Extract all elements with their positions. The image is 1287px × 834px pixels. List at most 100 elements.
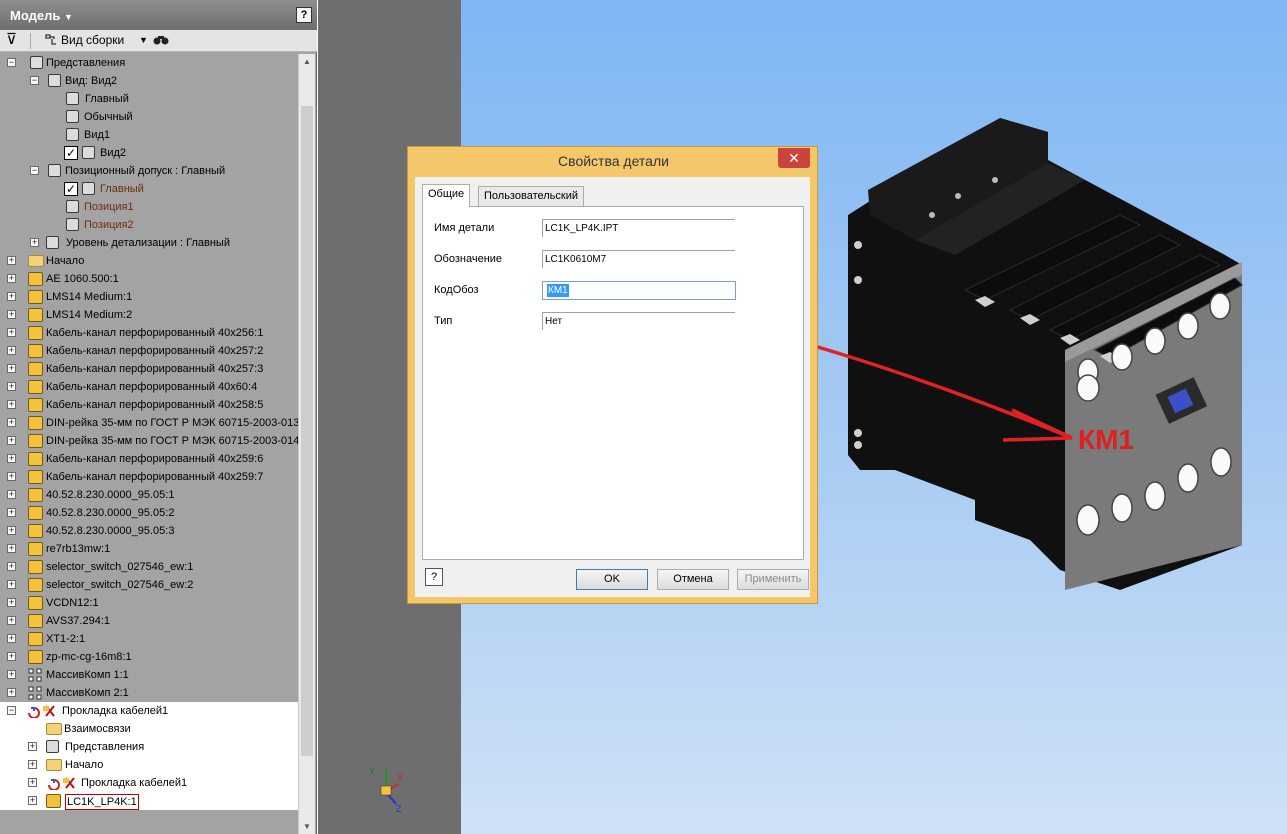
tree-item[interactable]: + Кабель-канал перфорированный 40x257:3	[0, 360, 298, 378]
tree-item[interactable]: + XT1-2:1	[0, 630, 298, 648]
tree-item[interactable]: + Кабель-канал перфорированный 40x257:2	[0, 342, 298, 360]
expand-icon[interactable]: +	[7, 400, 16, 409]
tree-item[interactable]: + VCDN12:1	[0, 594, 298, 612]
expand-icon[interactable]: +	[7, 292, 16, 301]
scroll-down-icon[interactable]: ▼	[303, 822, 311, 831]
expand-icon[interactable]: +	[7, 364, 16, 373]
tree-item[interactable]: + AE 1060.500:1	[0, 270, 298, 288]
tree-item[interactable]: Главный	[0, 90, 298, 108]
tab-custom[interactable]: Пользовательский	[478, 186, 584, 206]
tree-item[interactable]: − Представления	[0, 54, 298, 72]
tree-item[interactable]: + Кабель-канал перфорированный 40x259:6	[0, 450, 298, 468]
collapse-icon[interactable]: −	[30, 76, 39, 85]
scroll-thumb[interactable]	[301, 106, 313, 756]
tree-item[interactable]: + Уровень детализации : Главный	[0, 234, 298, 252]
tree-item[interactable]: + Прокладка кабелей1	[0, 774, 298, 792]
tree-item[interactable]: Позиция1	[0, 198, 298, 216]
expand-icon[interactable]: +	[7, 472, 16, 481]
ok-button[interactable]: OK	[576, 569, 648, 590]
expand-icon[interactable]: +	[7, 490, 16, 499]
tree-item[interactable]: + Представления	[0, 738, 298, 756]
filter-icon[interactable]: ⊽	[6, 30, 17, 48]
type-field[interactable]	[542, 312, 735, 330]
close-button[interactable]: ✕	[778, 148, 810, 168]
view-selector[interactable]: Вид сборки	[61, 33, 124, 47]
view-triad[interactable]: Y X Z	[366, 762, 406, 814]
checkbox-icon[interactable]: ✓	[64, 146, 78, 160]
collapse-icon[interactable]: −	[7, 58, 16, 67]
expand-icon[interactable]: +	[7, 328, 16, 337]
expand-icon[interactable]: +	[28, 742, 37, 751]
tree-item[interactable]: + LMS14 Medium:1	[0, 288, 298, 306]
expand-icon[interactable]: +	[30, 238, 39, 247]
expand-icon[interactable]: +	[28, 778, 37, 787]
checkbox-icon[interactable]: ✓	[64, 182, 78, 196]
tree-scrollbar[interactable]: ▲ ▼	[298, 54, 315, 834]
tree-item[interactable]: + МассивКомп 1:1	[0, 666, 298, 684]
expand-icon[interactable]: +	[7, 418, 16, 427]
browser-title[interactable]: Модель ▼	[10, 8, 73, 23]
expand-icon[interactable]: +	[7, 670, 16, 679]
tree-item[interactable]: + DIN-рейка 35-мм по ГОСТ Р МЭК 60715-200…	[0, 414, 298, 432]
tree-item[interactable]: + Начало	[0, 252, 298, 270]
tree-item[interactable]: Обычный	[0, 108, 298, 126]
expand-icon[interactable]: +	[7, 544, 16, 553]
expand-icon[interactable]: +	[7, 526, 16, 535]
tree-item[interactable]: + selector_switch_027546_ew:1	[0, 558, 298, 576]
tree-item[interactable]: + Кабель-канал перфорированный 40x256:1	[0, 324, 298, 342]
expand-icon[interactable]: +	[28, 796, 37, 805]
expand-icon[interactable]: +	[7, 382, 16, 391]
tree-item[interactable]: + Кабель-канал перфорированный 40x60:4	[0, 378, 298, 396]
find-icon[interactable]	[153, 33, 169, 50]
expand-icon[interactable]: +	[7, 562, 16, 571]
tree-item[interactable]: + Кабель-канал перфорированный 40x259:7	[0, 468, 298, 486]
kodoboz-value[interactable]: КМ1	[547, 284, 569, 297]
expand-icon[interactable]: +	[7, 634, 16, 643]
tree-item[interactable]: ✓ Вид2	[0, 144, 298, 162]
tree-item[interactable]: + zp-mc-cg-16m8:1	[0, 648, 298, 666]
expand-icon[interactable]: +	[7, 454, 16, 463]
collapse-icon[interactable]: −	[30, 166, 39, 175]
expand-icon[interactable]: +	[7, 346, 16, 355]
tree-item[interactable]: + AVS37.294:1	[0, 612, 298, 630]
kodoboz-input[interactable]: КМ1	[542, 281, 736, 300]
help-icon[interactable]: ?	[296, 7, 312, 23]
dropdown-arrow-icon[interactable]: ▼	[139, 35, 148, 45]
cancel-button[interactable]: Отмена	[657, 569, 729, 590]
expand-icon[interactable]: +	[7, 616, 16, 625]
assembly-view-icon[interactable]	[44, 33, 58, 50]
browser-title-bar[interactable]: Модель ▼ ?	[0, 0, 317, 30]
expand-icon[interactable]: +	[7, 274, 16, 283]
expand-icon[interactable]: +	[7, 598, 16, 607]
expand-icon[interactable]: +	[7, 652, 16, 661]
tree-item[interactable]: − Вид: Вид2	[0, 72, 298, 90]
expand-icon[interactable]: +	[7, 256, 16, 265]
expand-icon[interactable]: +	[7, 580, 16, 589]
tree-item[interactable]: Позиция2	[0, 216, 298, 234]
tree-item[interactable]: + LMS14 Medium:2	[0, 306, 298, 324]
tree-item[interactable]: Взаимосвязи	[0, 720, 298, 738]
expand-icon[interactable]: +	[7, 310, 16, 319]
tree-item[interactable]: Вид1	[0, 126, 298, 144]
scroll-up-icon[interactable]: ▲	[303, 57, 311, 66]
tree-item[interactable]: +40.52.8.230.0000_95.05:3	[0, 522, 298, 540]
tree-item[interactable]: − Прокладка кабелей1	[0, 702, 298, 720]
tree-item[interactable]: ✓ Главный	[0, 180, 298, 198]
tree-item[interactable]: +40.52.8.230.0000_95.05:2	[0, 504, 298, 522]
expand-icon[interactable]: +	[7, 508, 16, 517]
expand-icon[interactable]: +	[28, 760, 37, 769]
tree-item[interactable]: + selector_switch_027546_ew:2	[0, 576, 298, 594]
tree-item[interactable]: +40.52.8.230.0000_95.05:1	[0, 486, 298, 504]
expand-icon[interactable]: +	[7, 436, 16, 445]
tab-general[interactable]: Общие	[422, 184, 471, 207]
tree-item[interactable]: + Начало	[0, 756, 298, 774]
tree-item[interactable]: + re7rb13mw:1	[0, 540, 298, 558]
tree-item[interactable]: + DIN-рейка 35-мм по ГОСТ Р МЭК 60715-200…	[0, 432, 298, 450]
expand-icon[interactable]: +	[7, 688, 16, 697]
apply-button[interactable]: Применить	[737, 569, 809, 590]
tree-item[interactable]: + LC1K_LP4K:1	[0, 792, 298, 810]
tree-item[interactable]: + МассивКомп 2:1	[0, 684, 298, 702]
dialog-help-icon[interactable]: ?	[425, 568, 443, 586]
tree-item[interactable]: − Позиционный допуск : Главный	[0, 162, 298, 180]
collapse-icon[interactable]: −	[7, 706, 16, 715]
